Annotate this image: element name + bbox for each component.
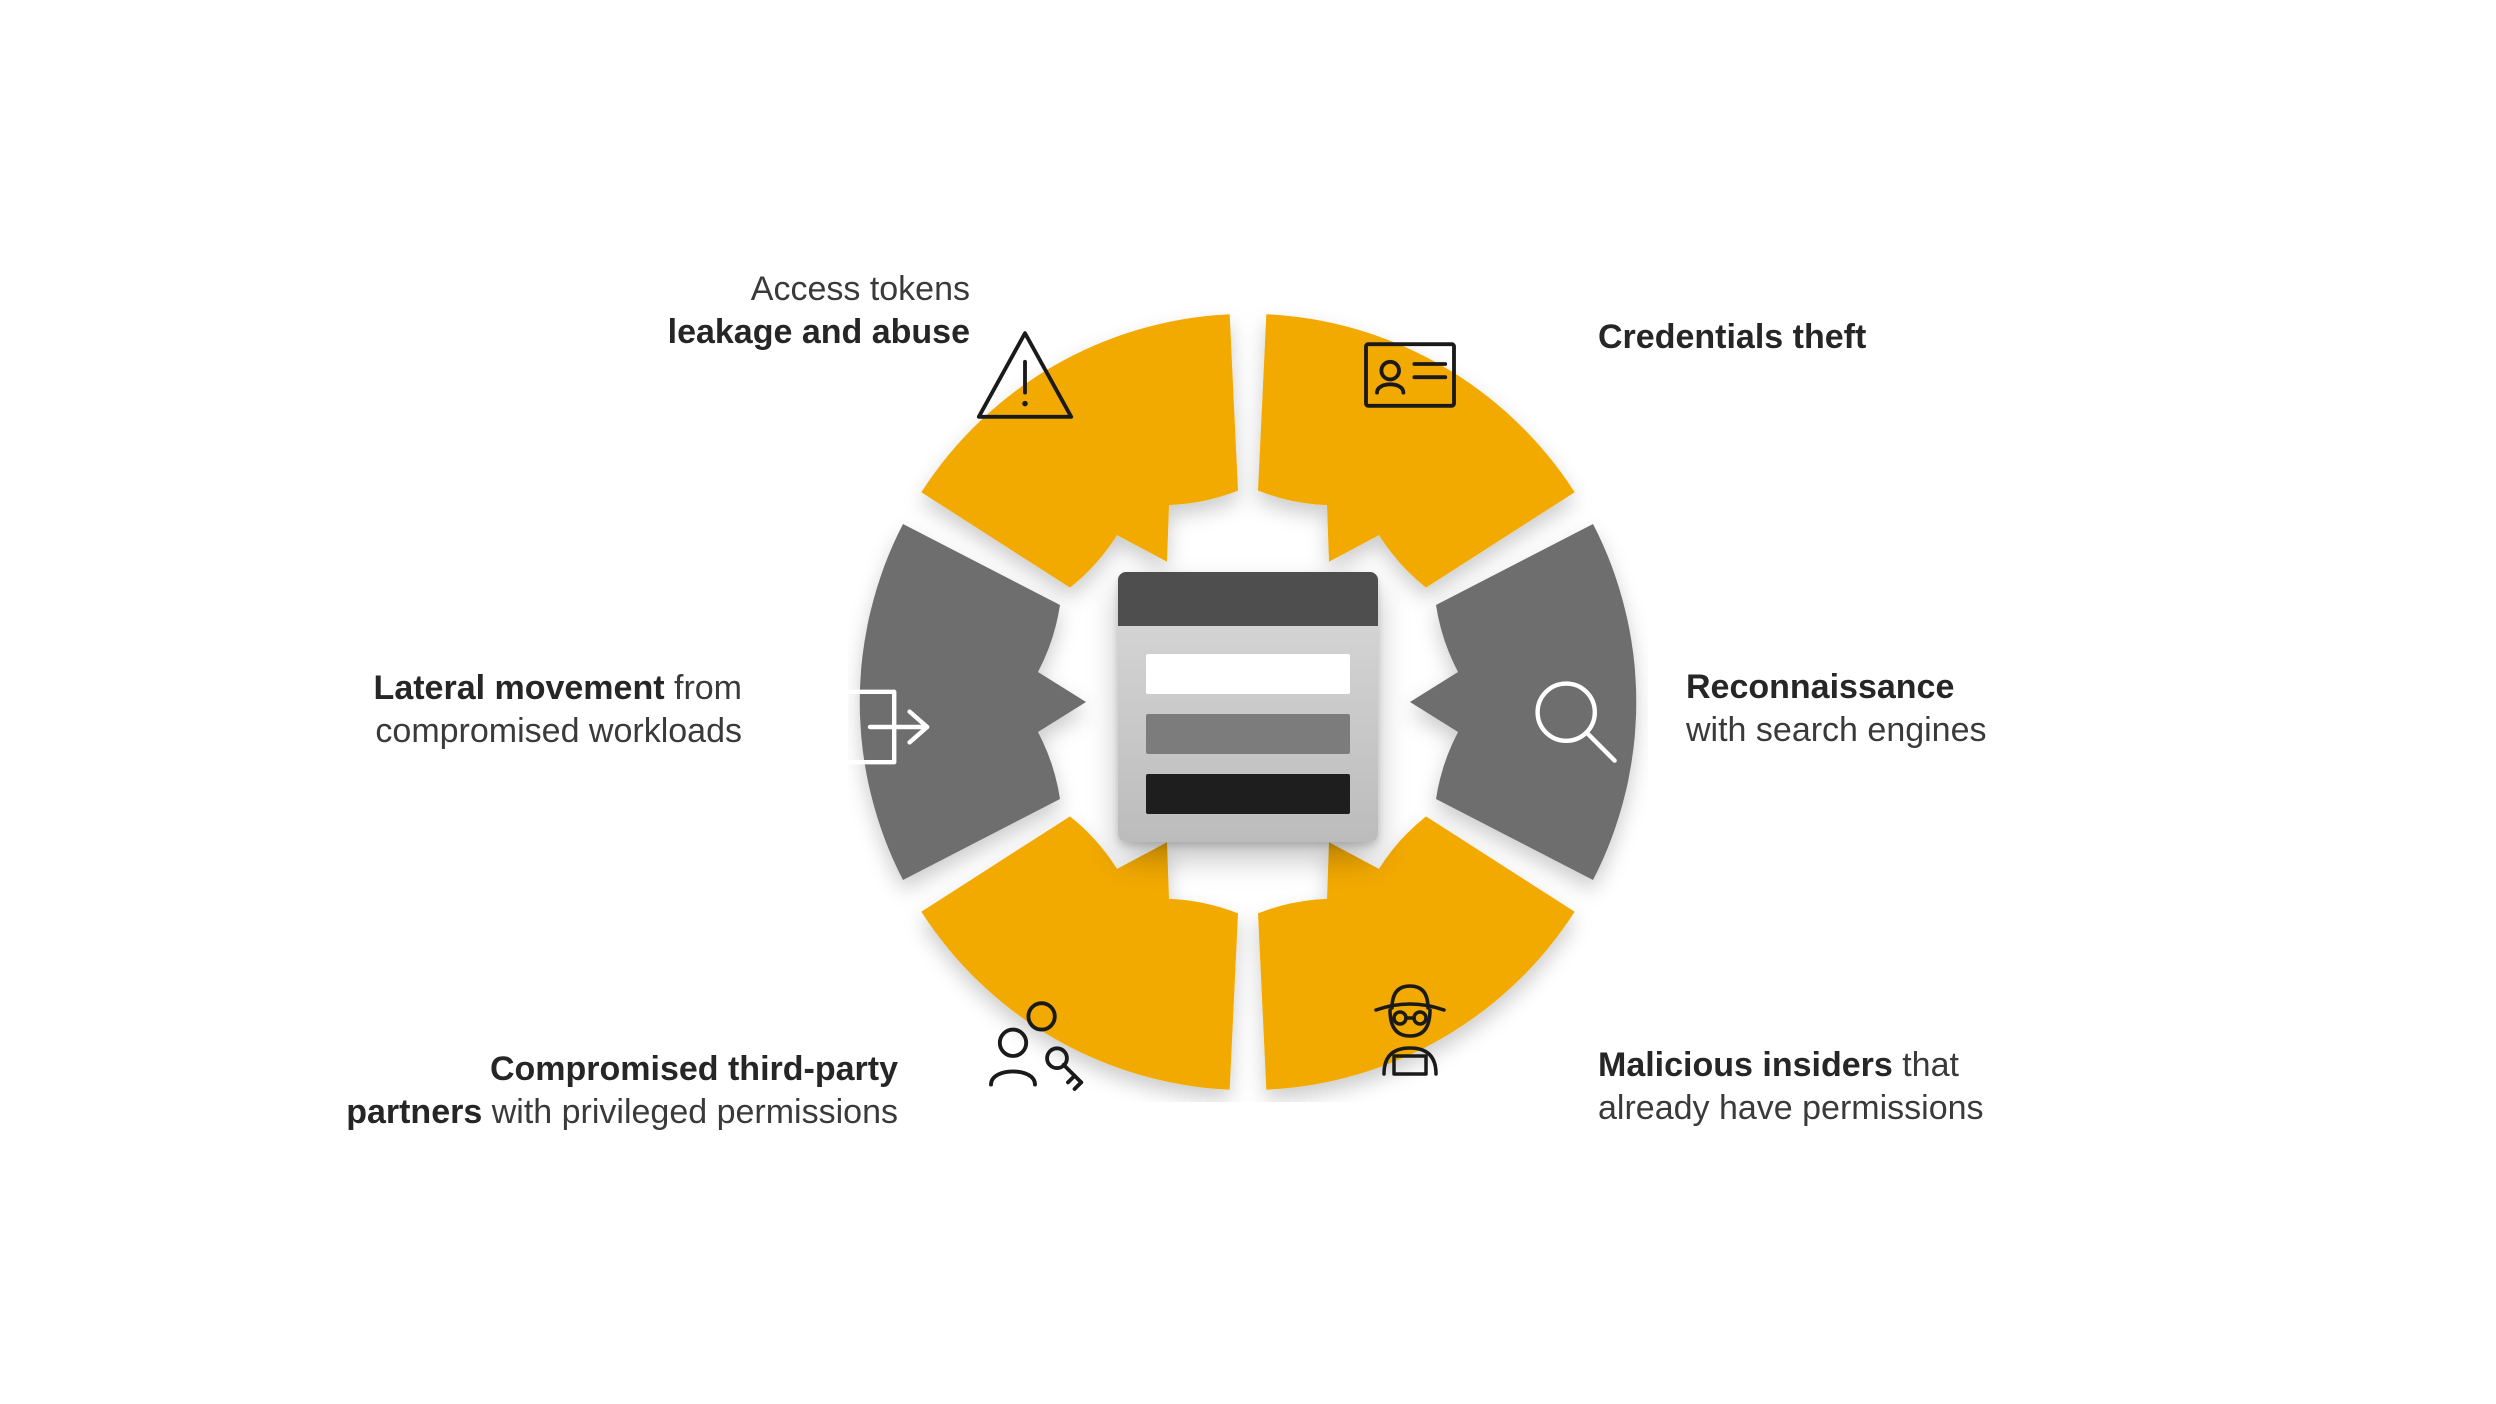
text: Lateral movement [374,669,665,707]
center-app-row-1 [1146,654,1350,694]
text: Credentials theft [1598,318,1866,356]
label-malicious-insiders: Malicious insiders that already have per… [1598,1044,2058,1129]
text: already have permissions [1598,1089,1984,1127]
label-compromised-partners: Compromised third-party partners with pr… [148,1048,898,1133]
magnifier-icon [1520,666,1630,776]
center-app-body [1118,626,1378,838]
id-card-icon [1355,320,1465,430]
label-reconnaissance: Reconnaissance with search engines [1686,666,1987,751]
center-app-window-icon [1118,572,1378,842]
text: that [1893,1046,1959,1084]
text: Reconnaissance [1686,668,1954,706]
label-credentials-theft: Credentials theft [1598,316,1866,359]
text: partners [346,1093,482,1131]
text: with privileged permissions [482,1093,898,1131]
text: Malicious insiders [1598,1046,1893,1084]
text: Access tokens [751,270,970,308]
threat-wheel-diagram: Access tokens leakage and abuse Credenti… [0,0,2496,1404]
warning-triangle-icon [970,320,1080,430]
label-lateral-movement: Lateral movement from compromised worklo… [232,667,742,752]
text: leakage and abuse [668,313,970,351]
exit-arrow-icon [826,672,936,782]
center-app-titlebar [1118,572,1378,626]
label-access-tokens: Access tokens leakage and abuse [610,268,970,353]
center-app-row-3 [1146,774,1350,814]
text: with search engines [1686,711,1987,749]
center-app-row-2 [1146,714,1350,754]
people-key-icon [980,990,1090,1100]
text: from [665,669,742,707]
text: Compromised third-party [490,1050,898,1088]
insider-spy-icon [1355,974,1465,1084]
text: compromised workloads [375,712,742,750]
